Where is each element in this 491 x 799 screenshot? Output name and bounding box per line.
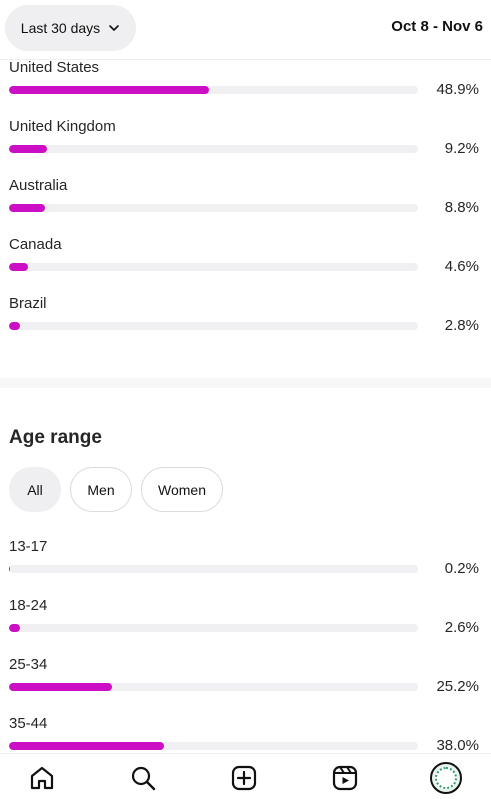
percent-value: 25.2% (436, 678, 479, 695)
bar-fill (9, 565, 11, 573)
bar-fill (9, 204, 45, 212)
bar-fill (9, 322, 21, 330)
country-row: United States 48.9% (9, 59, 479, 104)
percent-value: 0.2% (444, 560, 479, 577)
chevron-down-icon (109, 25, 119, 31)
bar-track (9, 565, 418, 573)
bottom-nav (0, 753, 491, 799)
age-row: 25-34 25.2% (9, 656, 479, 701)
create-icon (231, 765, 257, 791)
date-range-text: Oct 8 - Nov 6 (391, 18, 483, 35)
home-icon (30, 766, 54, 790)
age-label: 25-34 (9, 656, 48, 673)
bar-track (9, 624, 418, 632)
percent-value: 9.2% (444, 140, 479, 157)
age-label: 13-17 (9, 538, 48, 555)
percent-value: 8.8% (444, 199, 479, 216)
age-range-title: Age range (9, 427, 102, 448)
country-row: United Kingdom 9.2% (9, 118, 479, 163)
date-range-selector-label: Last 30 days (20, 20, 101, 36)
bar-fill (9, 624, 20, 632)
country-row: Brazil 2.8% (9, 295, 479, 340)
country-row: Australia 8.8% (9, 177, 479, 222)
country-label: United States (9, 59, 100, 76)
filter-men-button[interactable]: Men (70, 467, 132, 512)
reels-tab[interactable] (329, 762, 361, 794)
bar-track (9, 683, 418, 691)
age-row: 18-24 2.6% (9, 597, 479, 642)
bar-track (9, 263, 418, 271)
percent-value: 2.8% (444, 317, 479, 334)
search-tab[interactable] (127, 762, 159, 794)
search-icon (131, 766, 156, 791)
header: Last 30 days Oct 8 - Nov 6 (0, 0, 491, 60)
bar-fill (9, 263, 28, 271)
country-label: Australia (9, 177, 68, 194)
home-tab[interactable] (26, 762, 58, 794)
country-label: Canada (9, 236, 62, 253)
create-tab[interactable] (228, 762, 260, 794)
bar-track (9, 742, 418, 750)
bar-fill (9, 145, 47, 153)
date-range-selector[interactable]: Last 30 days (5, 5, 136, 51)
country-label: United Kingdom (9, 118, 116, 135)
percent-value: 48.9% (436, 81, 479, 98)
reels-icon (332, 765, 358, 791)
filter-women-button[interactable]: Women (141, 467, 223, 512)
bar-fill (9, 683, 113, 691)
age-row: 13-17 0.2% (9, 538, 479, 583)
age-label: 35-44 (9, 715, 48, 732)
bar-track (9, 86, 418, 94)
profile-avatar (430, 762, 462, 794)
avatar-image (435, 767, 457, 789)
bar-track (9, 322, 418, 330)
bar-track (9, 145, 418, 153)
profile-tab[interactable] (430, 762, 462, 794)
bar-fill (9, 742, 165, 750)
percent-value: 38.0% (436, 737, 479, 754)
country-row: Canada 4.6% (9, 236, 479, 281)
gender-filter-group: All Men Women (9, 467, 223, 512)
filter-all-button[interactable]: All (9, 467, 61, 512)
bar-track (9, 204, 418, 212)
percent-value: 4.6% (444, 258, 479, 275)
percent-value: 2.6% (444, 619, 479, 636)
bar-fill (9, 86, 209, 94)
age-label: 18-24 (9, 597, 48, 614)
section-divider (0, 378, 491, 388)
country-label: Brazil (9, 295, 47, 312)
